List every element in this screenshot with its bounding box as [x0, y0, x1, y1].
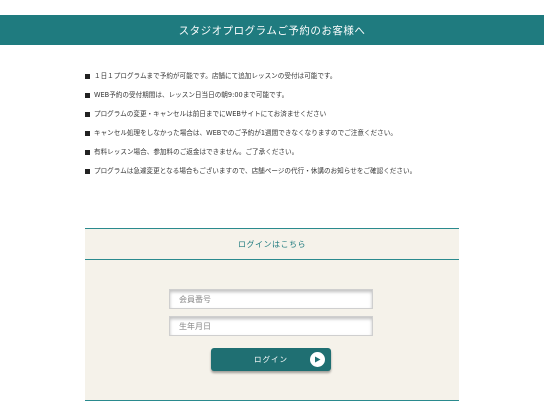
bullet-icon	[85, 74, 90, 79]
bullet-icon	[85, 150, 90, 155]
bullet-icon	[85, 93, 90, 98]
notice-text: キャンセル処理をしなかった場合は、WEBでのご予約が1週間できなくなりますのでご…	[94, 129, 397, 137]
page-header: スタジオプログラムご予約のお客様へ	[0, 15, 544, 45]
bullet-icon	[85, 131, 90, 136]
notice-item: プログラムは急遽変更となる場合もございますので、店舗ページの代行・休講のお知らせ…	[85, 167, 505, 186]
notice-text: プログラムの変更・キャンセルは前日までにWEBサイトにてお済ませください	[94, 110, 327, 118]
login-button[interactable]: ログイン	[211, 348, 331, 371]
notice-text: WEB予約の受付期間は、レッスン日当日の朝9:00まで可能です。	[94, 91, 289, 99]
notice-text: １日１プログラムまで予約が可能です。店舗にて追加レッスンの受付は可能です。	[94, 72, 337, 80]
play-circle-icon	[310, 352, 325, 367]
bullet-icon	[85, 112, 90, 117]
login-heading-text: ログインはこちら	[238, 239, 306, 249]
login-button-label: ログイン	[254, 355, 288, 364]
bullet-icon	[85, 169, 90, 174]
member-number-input[interactable]	[169, 289, 373, 309]
notice-list: １日１プログラムまで予約が可能です。店舗にて追加レッスンの受付は可能です。 WE…	[85, 72, 505, 186]
page-title: スタジオプログラムご予約のお客様へ	[178, 24, 366, 37]
notice-item: プログラムの変更・キャンセルは前日までにWEBサイトにてお済ませください	[85, 110, 505, 129]
notice-text: プログラムは急遽変更となる場合もございますので、店舗ページの代行・休講のお知らせ…	[94, 167, 417, 175]
notice-item: キャンセル処理をしなかった場合は、WEBでのご予約が1週間できなくなりますのでご…	[85, 129, 505, 148]
login-heading: ログインはこちら	[85, 229, 459, 260]
login-panel: ログインはこちら ログイン	[85, 228, 459, 401]
notice-text: 有料レッスン場合、参加料のご返金はできません。ご了承ください。	[94, 148, 299, 156]
notice-item: WEB予約の受付期間は、レッスン日当日の朝9:00まで可能です。	[85, 91, 505, 110]
notice-item: 有料レッスン場合、参加料のご返金はできません。ご了承ください。	[85, 148, 505, 167]
notice-item: １日１プログラムまで予約が可能です。店舗にて追加レッスンの受付は可能です。	[85, 72, 505, 91]
birthdate-input[interactable]	[169, 316, 373, 336]
